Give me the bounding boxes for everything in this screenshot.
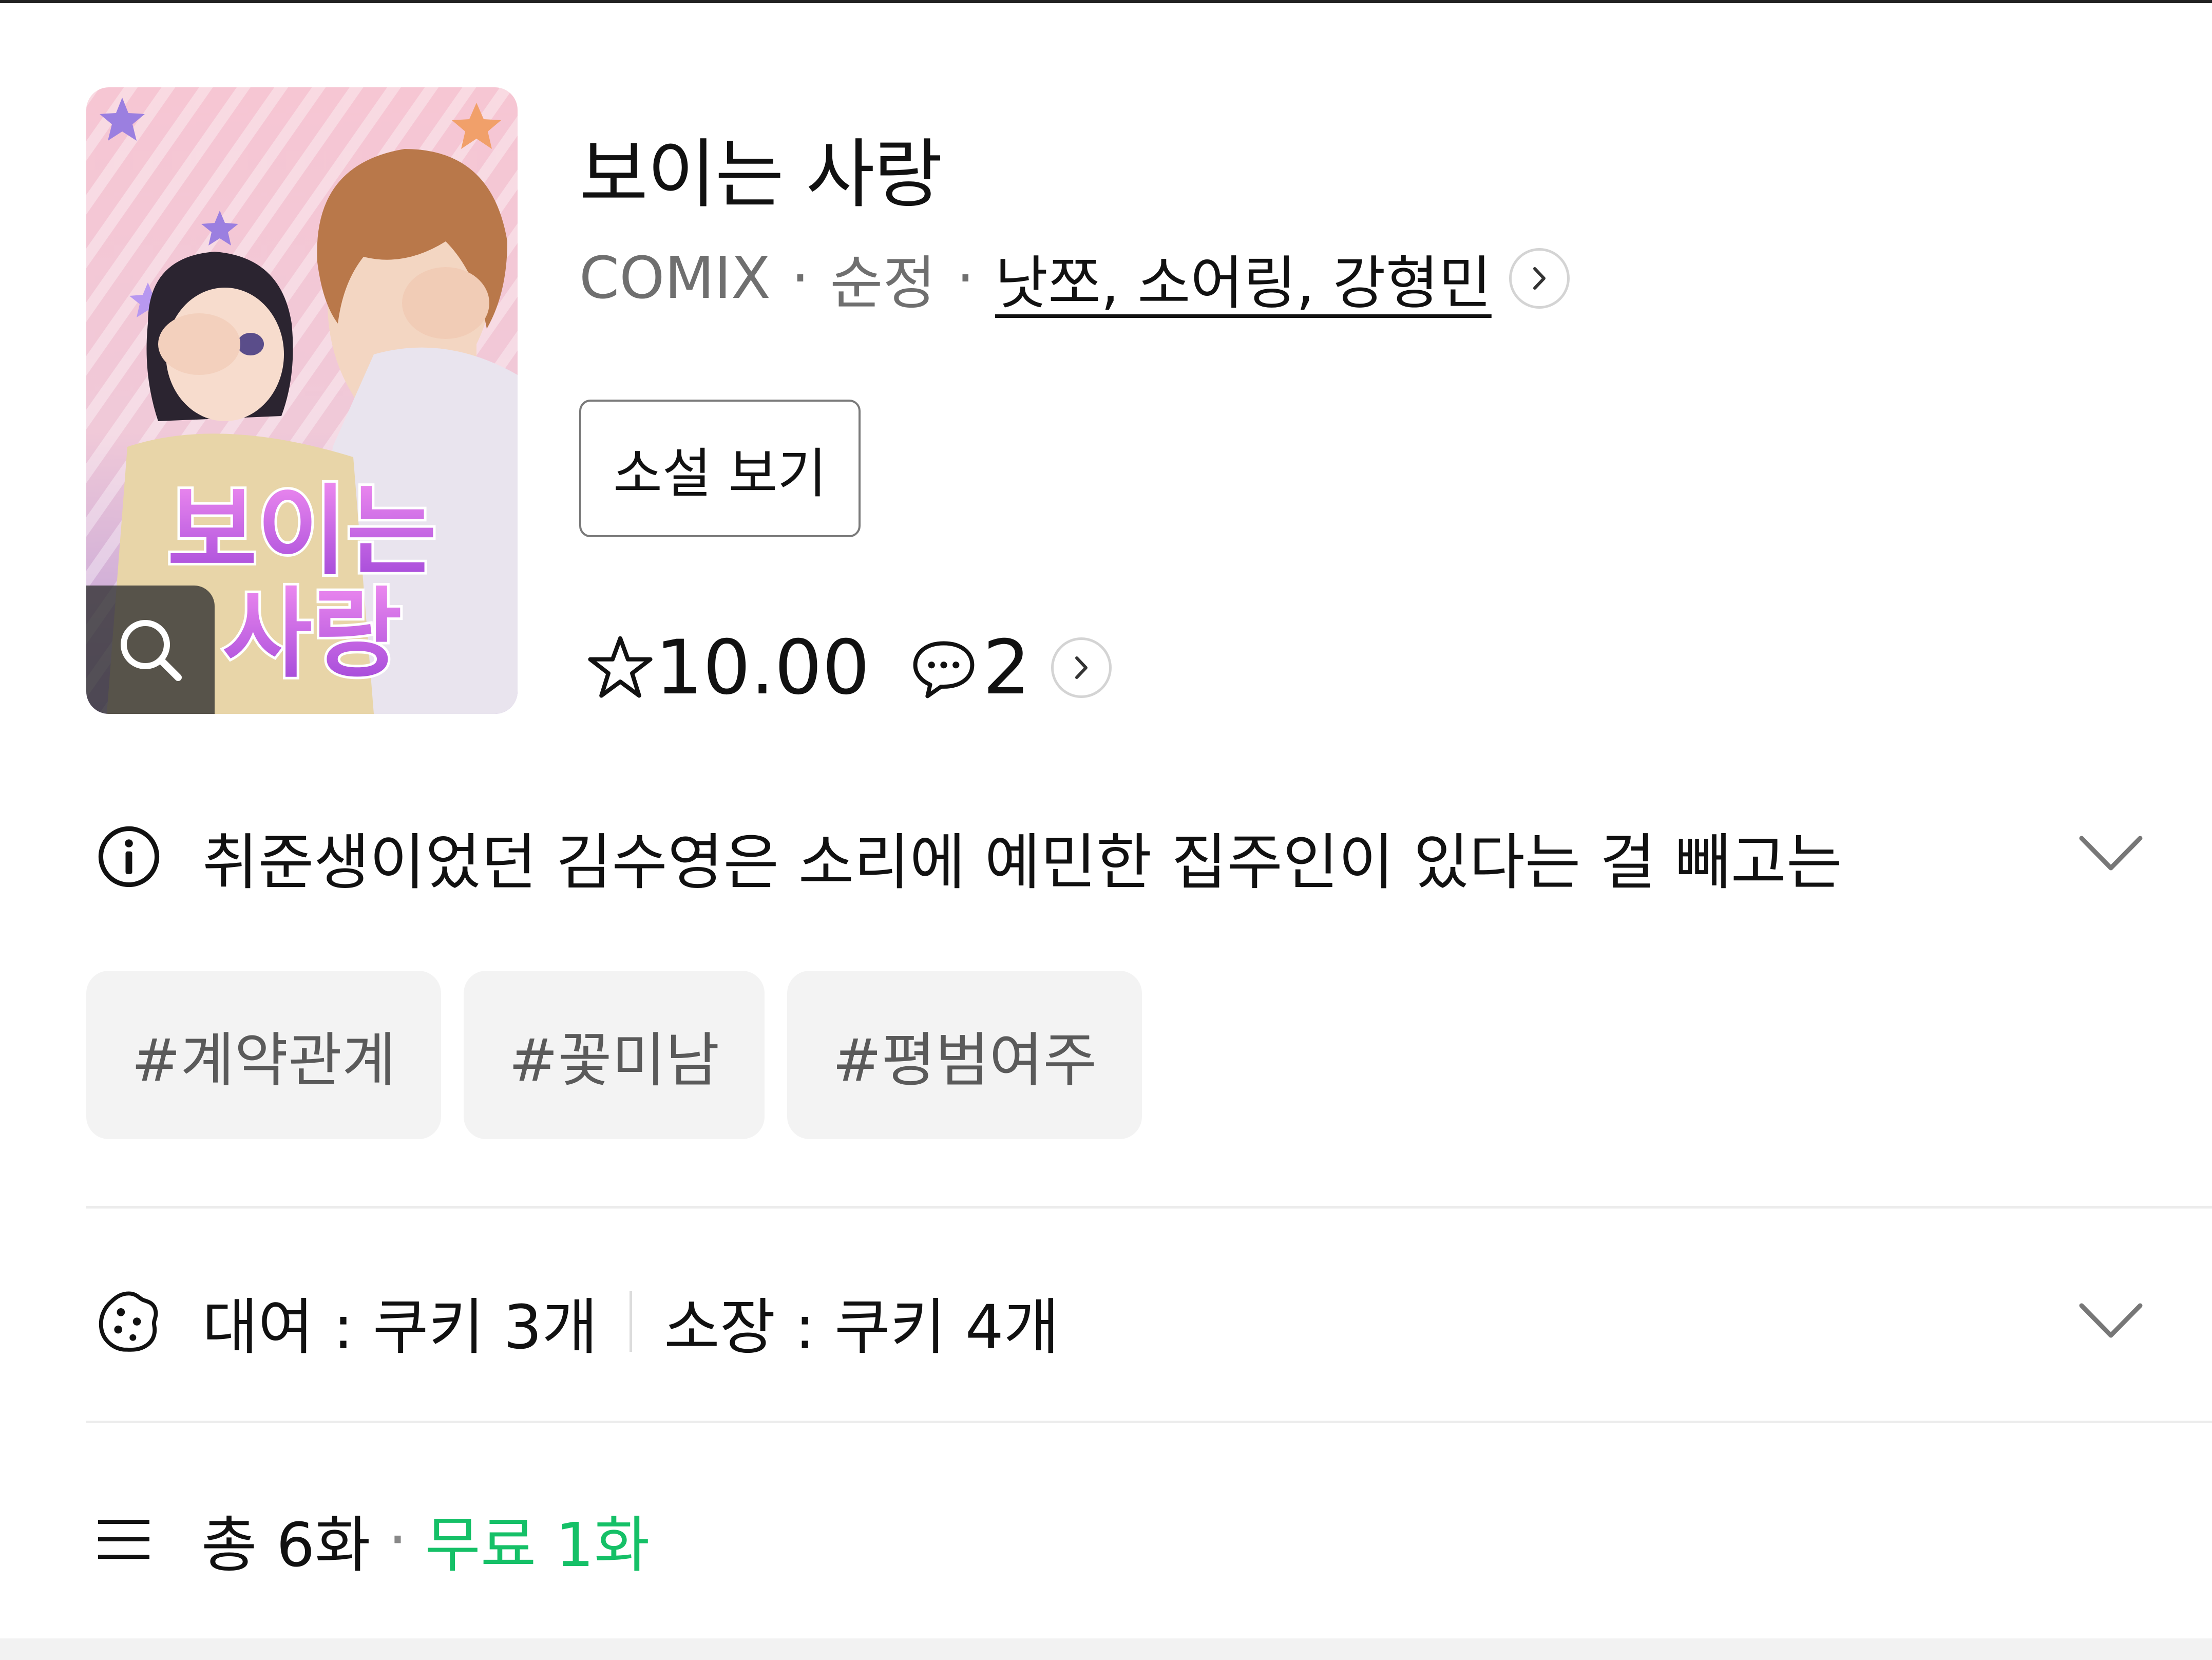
free-episodes: 무료 1화 [425, 1509, 650, 1580]
stats-row: 10.00 2 [585, 624, 1112, 711]
tag-list: #계약관계 #꽃미남 #평범여주 [86, 971, 1142, 1139]
comment-icon[interactable] [910, 634, 978, 702]
tag-chip[interactable]: #계약관계 [86, 971, 442, 1139]
chevron-right-icon [1533, 267, 1546, 290]
star-icon [585, 633, 655, 703]
bottom-bar [0, 1638, 2212, 1660]
cover-logo-line2: 사랑 [222, 577, 402, 691]
view-novel-button[interactable]: 소설 보기 [579, 400, 861, 537]
chevron-right-icon [1075, 656, 1088, 679]
search-icon [121, 620, 182, 681]
label-name: COMIX [579, 245, 771, 312]
section-divider [86, 1421, 2212, 1423]
synopsis-row[interactable]: 취준생이었던 김수영은 소리에 예민한 집주인이 있다는 걸 빼고는 [96, 816, 2144, 898]
list-icon [98, 1520, 149, 1559]
meta-separator: · [956, 245, 975, 312]
page-title: 보이는 사랑 [579, 131, 943, 218]
info-icon [98, 826, 160, 888]
comments-more-button[interactable] [1051, 637, 1112, 698]
tag-chip[interactable]: #평범여주 [787, 971, 1142, 1139]
rating-value: 10.00 [655, 624, 870, 711]
authors-link[interactable]: 낫쪼, 소어링, 강형민 [995, 237, 1492, 320]
own-price: 소장 : 쿠키 4개 [664, 1291, 1060, 1363]
cover-image[interactable]: 보이는 사랑 [86, 87, 518, 714]
episode-separator: · [388, 1504, 408, 1575]
section-divider [86, 1206, 2212, 1209]
tag-chip[interactable]: #꽃미남 [464, 971, 765, 1139]
cover-logo-line1: 보이는 [167, 475, 436, 588]
episode-summary: 총 6화 · 무료 1화 [96, 1496, 650, 1583]
genre-label: 순정 [830, 250, 936, 317]
price-row[interactable]: 대여 : 쿠키 3개 소장 : 쿠키 4개 [96, 1278, 2144, 1365]
comment-count[interactable]: 2 [983, 624, 1031, 711]
chevron-down-icon[interactable] [2077, 1298, 2144, 1345]
total-episodes: 총 6화 [201, 1509, 371, 1580]
authors-more-button[interactable] [1509, 248, 1570, 309]
meta-separator: · [791, 245, 810, 312]
rent-price: 대여 : 쿠키 3개 [202, 1291, 598, 1363]
cookie-icon [99, 1291, 158, 1352]
chevron-down-icon[interactable] [2077, 831, 2144, 877]
work-meta: COMIX · 순정 · 낫쪼, 소어링, 강형민 [579, 237, 1570, 319]
synopsis-text: 취준생이었던 김수영은 소리에 예민한 집주인이 있다는 걸 빼고는 [202, 826, 1842, 898]
top-border [0, 0, 2212, 3]
price-separator [630, 1291, 633, 1352]
cover-zoom-button[interactable] [86, 586, 215, 714]
